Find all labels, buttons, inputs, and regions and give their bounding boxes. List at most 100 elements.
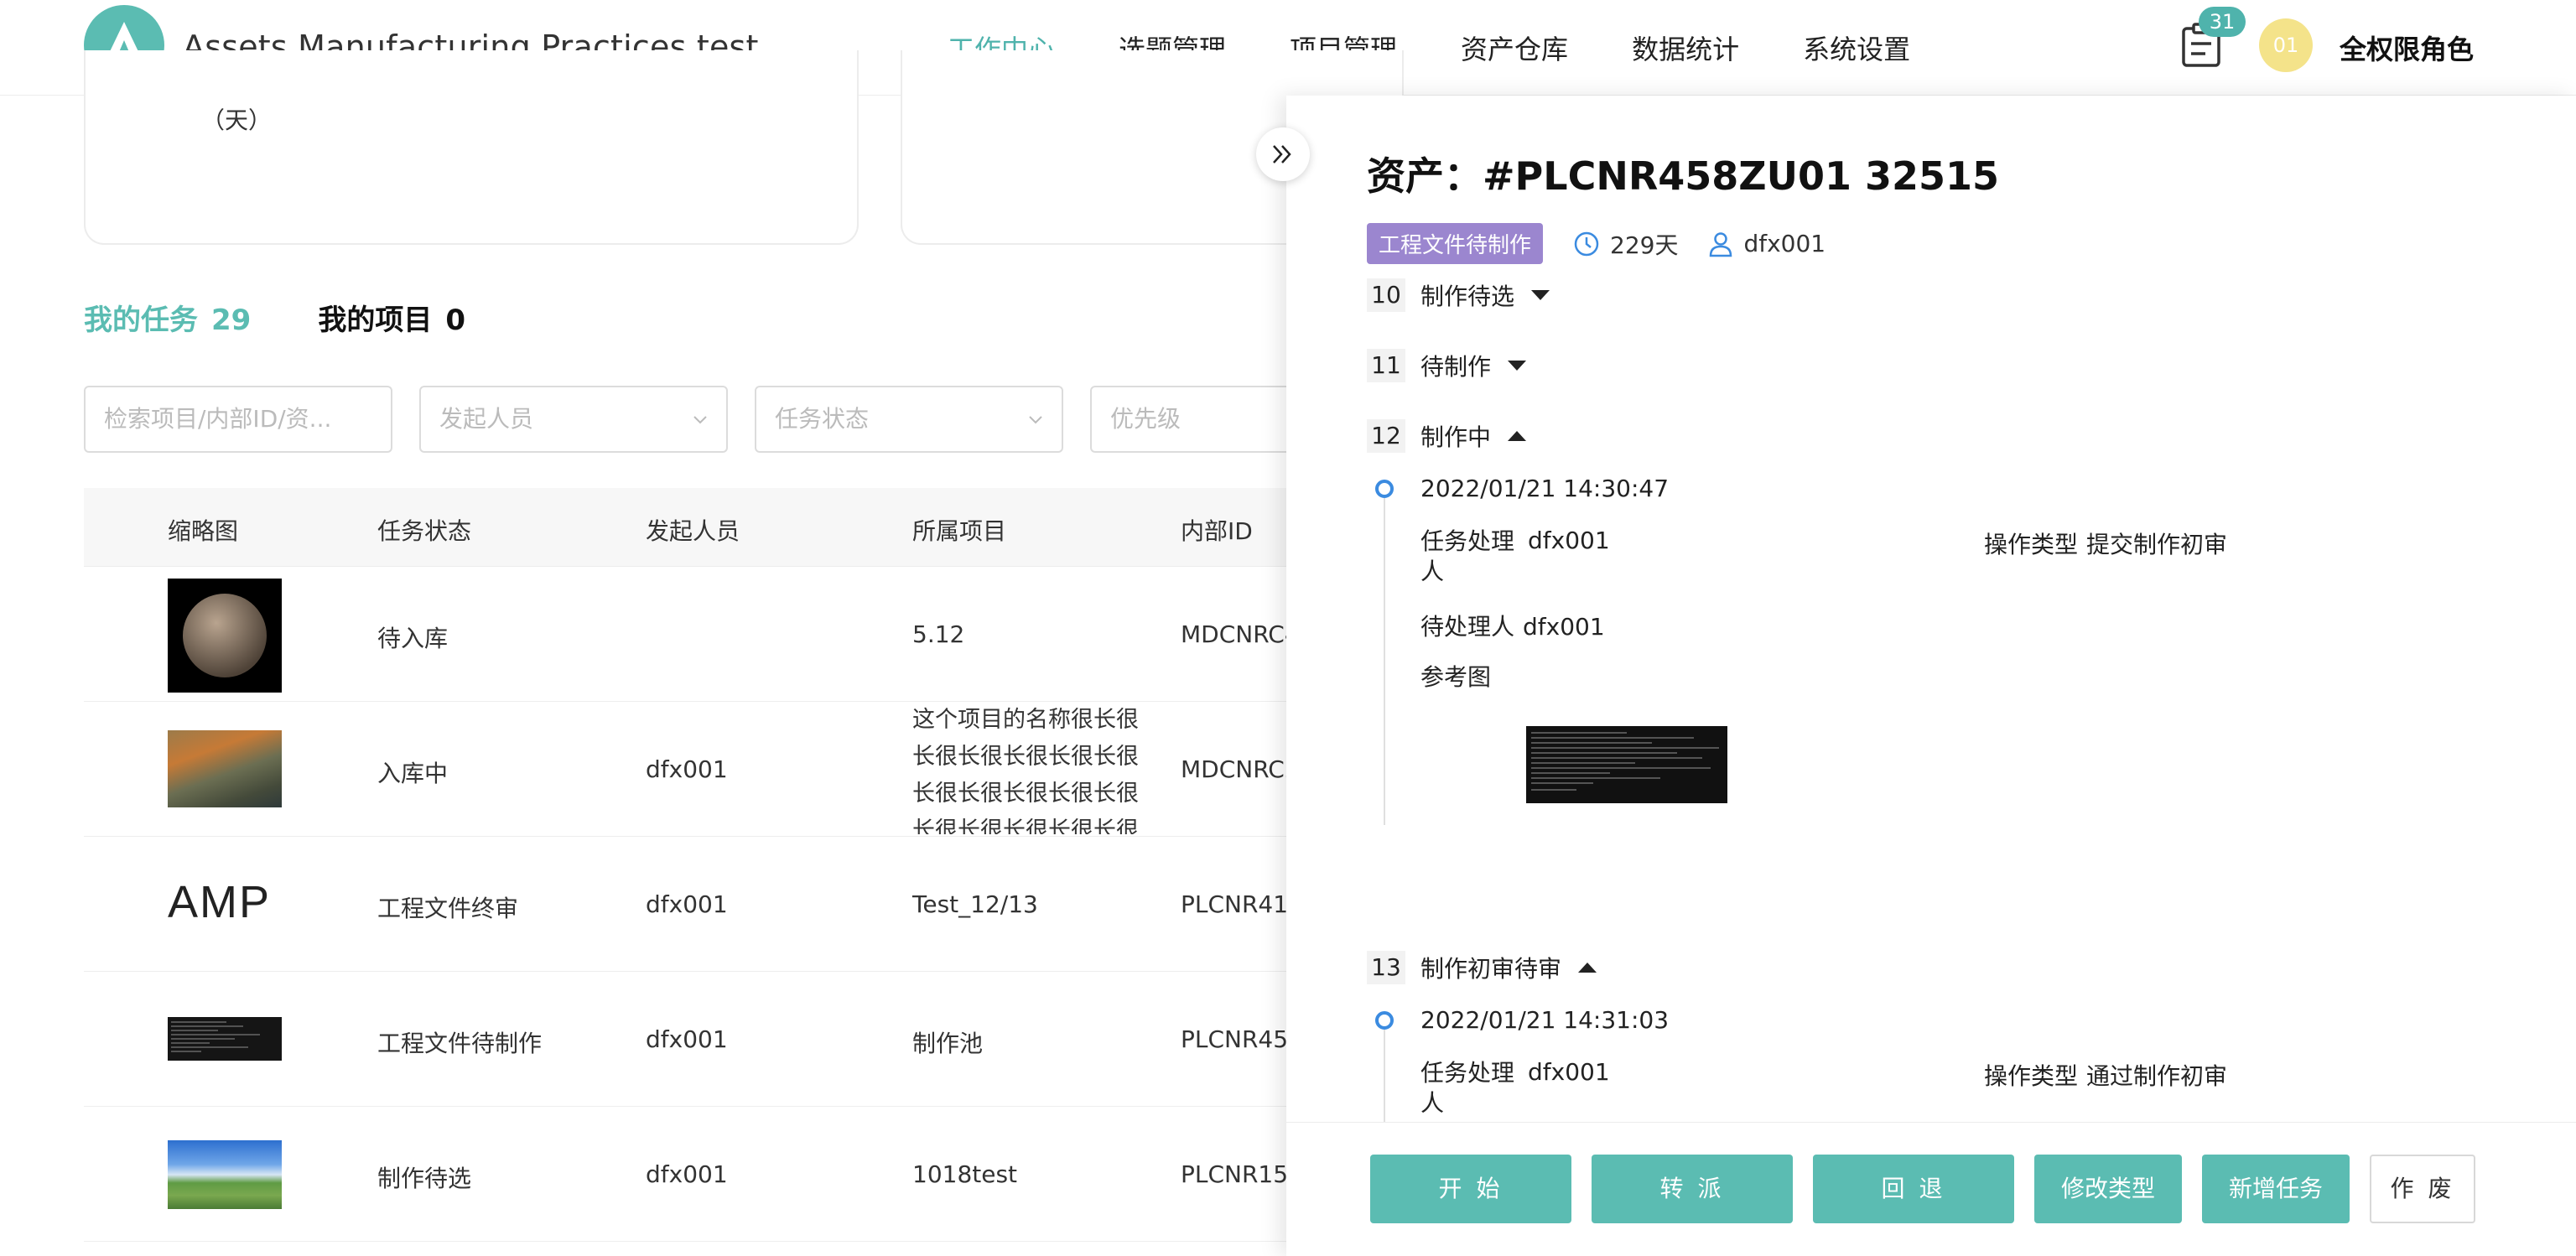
notification-badge: 31 bbox=[2199, 7, 2246, 37]
tab-count: 0 bbox=[445, 304, 465, 337]
initiator: dfx001 bbox=[646, 890, 728, 918]
handler-label: 任务处理人 bbox=[1420, 1059, 1515, 1117]
task-status: 工程文件待制作 bbox=[377, 1030, 543, 1057]
priority-placeholder: 优先级 bbox=[1110, 405, 1182, 433]
user-icon bbox=[1710, 231, 1732, 257]
column-header: 内部ID bbox=[1181, 517, 1253, 545]
user-avatar[interactable]: 01 bbox=[2259, 18, 2313, 72]
filter-bar: 检索项目/内部ID/资... 发起人员 任务状态 优先级 bbox=[84, 386, 1426, 453]
timeline-line bbox=[1384, 1030, 1385, 1122]
reference-image[interactable] bbox=[1526, 726, 1727, 803]
timeline-line bbox=[1384, 498, 1385, 825]
step-header[interactable]: 12 制作中 bbox=[1367, 419, 1527, 453]
tab-my-projects[interactable]: 我的项目 0 bbox=[318, 297, 465, 338]
void-button[interactable]: 作 废 bbox=[2370, 1155, 2475, 1223]
operation-label: 操作类型 bbox=[1984, 531, 2079, 558]
duration: 229天 bbox=[1573, 227, 1678, 261]
clock-icon bbox=[1574, 231, 1599, 256]
step-label: 制作初审待审 bbox=[1420, 955, 1562, 983]
initiator-placeholder: 发起人员 bbox=[439, 405, 534, 433]
user-role[interactable]: 全权限角色 bbox=[2340, 29, 2474, 67]
tab-count: 29 bbox=[211, 304, 252, 337]
timeline-time: 2022/01/21 14:31:03 bbox=[1420, 1006, 1670, 1034]
initiator: dfx001 bbox=[646, 1025, 728, 1053]
internal-id: MDCNRC2 bbox=[1181, 755, 1300, 783]
status-placeholder: 任务状态 bbox=[775, 405, 870, 433]
table-header: 缩略图 任务状态 发起人员 所属项目 内部ID bbox=[84, 488, 1342, 567]
pending-value: dfx001 bbox=[1523, 613, 1605, 641]
column-header: 所属项目 bbox=[912, 517, 1007, 545]
initiator-select[interactable]: 发起人员 bbox=[419, 386, 728, 453]
column-header: 发起人员 bbox=[646, 517, 740, 545]
stat-card-unit: （天） bbox=[201, 106, 273, 134]
task-status: 入库中 bbox=[377, 760, 449, 787]
project: 这个项目的名称很长很长很长很长很长很长很长很长很长很长很长很长很长很长很长很长很… bbox=[912, 707, 1139, 834]
nav-data-statistics[interactable]: 数据统计 bbox=[1632, 29, 1739, 67]
handler-value: dfx001 bbox=[1528, 1058, 1610, 1086]
pending-field: 待处理人 dfx001 bbox=[1420, 609, 1605, 642]
caret-down-icon bbox=[1508, 361, 1527, 371]
internal-id: PLCNR458 bbox=[1181, 1025, 1303, 1053]
rollback-button[interactable]: 回 退 bbox=[1813, 1155, 2014, 1223]
task-status: 制作待选 bbox=[377, 1165, 472, 1192]
column-header: 缩略图 bbox=[168, 517, 239, 545]
caret-up-icon bbox=[1508, 431, 1527, 441]
asset-title: 资产：#PLCNR458ZU01 32515 bbox=[1367, 153, 2000, 199]
operation-field: 操作类型 提交制作初审 bbox=[1984, 527, 2227, 560]
project: Test_12/13 bbox=[912, 890, 1038, 918]
handler-field: 任务处理人 dfx001 bbox=[1420, 527, 1610, 587]
step-label: 制作待选 bbox=[1420, 283, 1515, 310]
table-row[interactable]: 工程文件待制作 dfx001 制作池 PLCNR458 bbox=[84, 972, 1342, 1107]
start-button[interactable]: 开 始 bbox=[1370, 1155, 1571, 1223]
nav-asset-warehouse[interactable]: 资产仓库 bbox=[1461, 29, 1568, 67]
change-type-button[interactable]: 修改类型 bbox=[2034, 1155, 2182, 1223]
collapse-drawer-button[interactable] bbox=[1256, 127, 1310, 181]
handler-field: 任务处理人 dfx001 bbox=[1420, 1058, 1610, 1118]
project: 制作池 bbox=[912, 1030, 984, 1057]
operation-field: 操作类型 通过制作初审 bbox=[1984, 1058, 2227, 1092]
duration-value: 229天 bbox=[1610, 231, 1679, 259]
task-tabs: 我的任务 29 我的项目 0 bbox=[84, 297, 532, 338]
tab-my-tasks[interactable]: 我的任务 29 bbox=[84, 297, 251, 338]
table-row[interactable]: 入库中 dfx001 这个项目的名称很长很长很长很长很长很长很长很长很长很长很长… bbox=[84, 702, 1342, 837]
table-row[interactable]: 制作待选 dfx001 1018test PLCNR15U bbox=[84, 1107, 1342, 1242]
chevron-down-icon bbox=[693, 416, 707, 424]
step-header[interactable]: 11 待制作 bbox=[1367, 349, 1527, 382]
chevron-down-icon bbox=[1029, 416, 1042, 424]
step-number: 11 bbox=[1367, 349, 1405, 382]
timeline-dot bbox=[1375, 480, 1394, 498]
caret-down-icon bbox=[1531, 290, 1550, 300]
add-task-button[interactable]: 新增任务 bbox=[2202, 1155, 2350, 1223]
step-label: 待制作 bbox=[1420, 353, 1492, 381]
asset-meta: 工程文件待制作 229天 dfx001 bbox=[1367, 223, 1826, 264]
asset-detail-drawer: 资产：#PLCNR458ZU01 32515 工程文件待制作 229天 dfx0… bbox=[1286, 96, 2576, 1256]
task-status: 工程文件终审 bbox=[377, 895, 519, 922]
initiator: dfx001 bbox=[646, 1160, 728, 1188]
terminal-screenshot-thumbnail bbox=[168, 1017, 282, 1061]
status-select[interactable]: 任务状态 bbox=[755, 386, 1063, 453]
operation-value: 通过制作初审 bbox=[2086, 1062, 2228, 1090]
project: 1018test bbox=[912, 1160, 1018, 1188]
stat-card bbox=[84, 50, 859, 245]
nav-system-settings[interactable]: 系统设置 bbox=[1803, 29, 1910, 67]
timeline-time: 2022/01/21 14:30:47 bbox=[1420, 475, 1670, 502]
operation-value: 提交制作初审 bbox=[2086, 531, 2228, 558]
search-input[interactable]: 检索项目/内部ID/资... bbox=[84, 386, 392, 453]
step-number: 10 bbox=[1367, 278, 1405, 312]
reassign-button[interactable]: 转 派 bbox=[1592, 1155, 1793, 1223]
step-header[interactable]: 10 制作待选 bbox=[1367, 278, 1550, 312]
internal-id: MDCNRC4 bbox=[1181, 620, 1300, 648]
initiator: dfx001 bbox=[646, 755, 728, 783]
column-header: 任务状态 bbox=[377, 517, 472, 545]
caret-up-icon bbox=[1578, 963, 1597, 973]
status-tag: 工程文件待制作 bbox=[1367, 223, 1544, 264]
table-row[interactable]: AMP 工程文件终审 dfx001 Test_12/13 PLCNR41A bbox=[84, 837, 1342, 972]
tab-label: 我的任务 bbox=[84, 304, 198, 337]
amp-logo-thumbnail: AMP bbox=[168, 877, 272, 927]
assignee-value: dfx001 bbox=[1743, 230, 1826, 257]
timeline-dot bbox=[1375, 1011, 1394, 1030]
pending-label: 待处理人 bbox=[1420, 613, 1515, 641]
assignee: dfx001 bbox=[1708, 230, 1826, 257]
step-header[interactable]: 13 制作初审待审 bbox=[1367, 951, 1597, 984]
table-row[interactable]: 待入库 5.12 MDCNRC4 bbox=[84, 567, 1342, 702]
